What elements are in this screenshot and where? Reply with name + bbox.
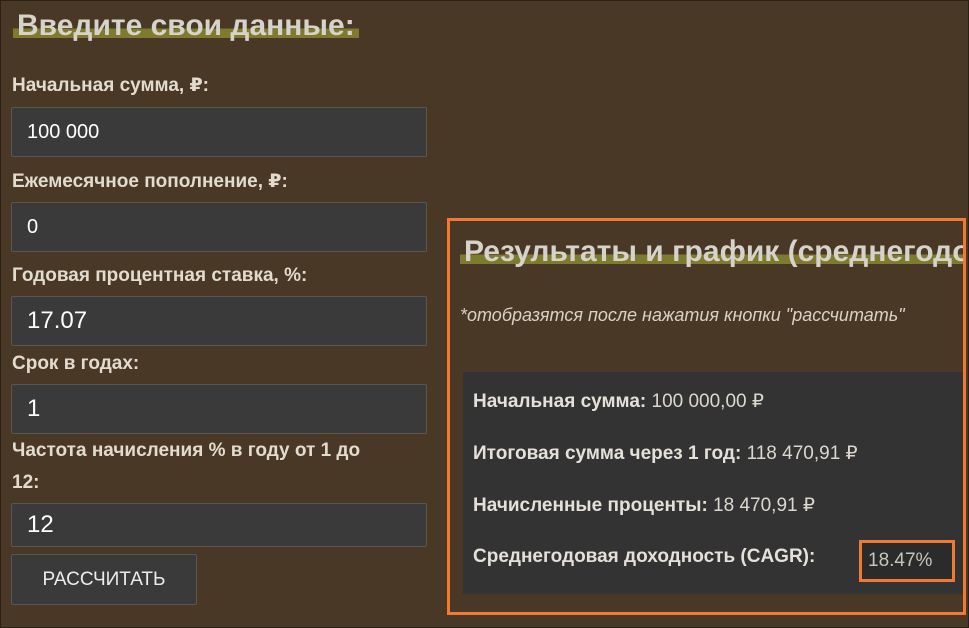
- compounding-frequency-label: Частота начисления % в году от 1 до 12:: [12, 435, 360, 499]
- monthly-deposit-label: Ежемесячное пополнение, ₽:: [12, 171, 288, 192]
- result-accrued-interest: Начисленные проценты: 18 470,91 ₽: [473, 494, 815, 517]
- results-box: Начальная сумма: 100 000,00 ₽ Итоговая с…: [463, 372, 963, 594]
- initial-amount-label: Начальная сумма, ₽:: [12, 75, 209, 96]
- result-cagr-value: 18.47%: [859, 540, 955, 582]
- compounding-frequency-label-line2: 12:: [12, 472, 40, 493]
- results-title: Результаты и график (среднегодовой доход…: [460, 235, 963, 269]
- annual-rate-input[interactable]: [11, 296, 427, 346]
- result-cagr: Среднегодовая доходность (CAGR):: [473, 546, 815, 568]
- compounding-frequency-label-line1: Частота начисления % в году от 1 до: [12, 440, 361, 461]
- term-years-input[interactable]: [11, 384, 427, 434]
- result-accrued-interest-value: 18 470,91 ₽: [707, 495, 815, 516]
- result-final-amount: Итоговая сумма через 1 год: 118 470,91 ₽: [473, 442, 858, 465]
- initial-amount-input[interactable]: [11, 107, 427, 157]
- results-note: *отобразятся после нажатия кнопки "рассч…: [460, 305, 905, 325]
- monthly-deposit-input[interactable]: [11, 202, 427, 252]
- term-years-label: Срок в годах:: [12, 353, 140, 374]
- result-cagr-label: Среднегодовая доходность (CAGR):: [473, 546, 816, 567]
- result-accrued-interest-label: Начисленные проценты:: [473, 495, 708, 516]
- compounding-frequency-input[interactable]: [11, 503, 427, 547]
- result-initial-amount: Начальная сумма: 100 000,00 ₽: [473, 390, 764, 413]
- calculate-button[interactable]: РАССЧИТАТЬ: [11, 554, 197, 605]
- result-initial-amount-label: Начальная сумма:: [473, 391, 647, 412]
- result-final-amount-label: Итоговая сумма через 1 год:: [473, 443, 742, 464]
- form-title: Введите свои данные:: [13, 9, 359, 43]
- results-panel: Результаты и график (среднегодовой доход…: [447, 218, 966, 615]
- annual-rate-label: Годовая процентная ставка, %:: [12, 265, 308, 286]
- result-initial-amount-value: 100 000,00 ₽: [646, 391, 764, 412]
- result-final-amount-value: 118 470,91 ₽: [741, 443, 858, 464]
